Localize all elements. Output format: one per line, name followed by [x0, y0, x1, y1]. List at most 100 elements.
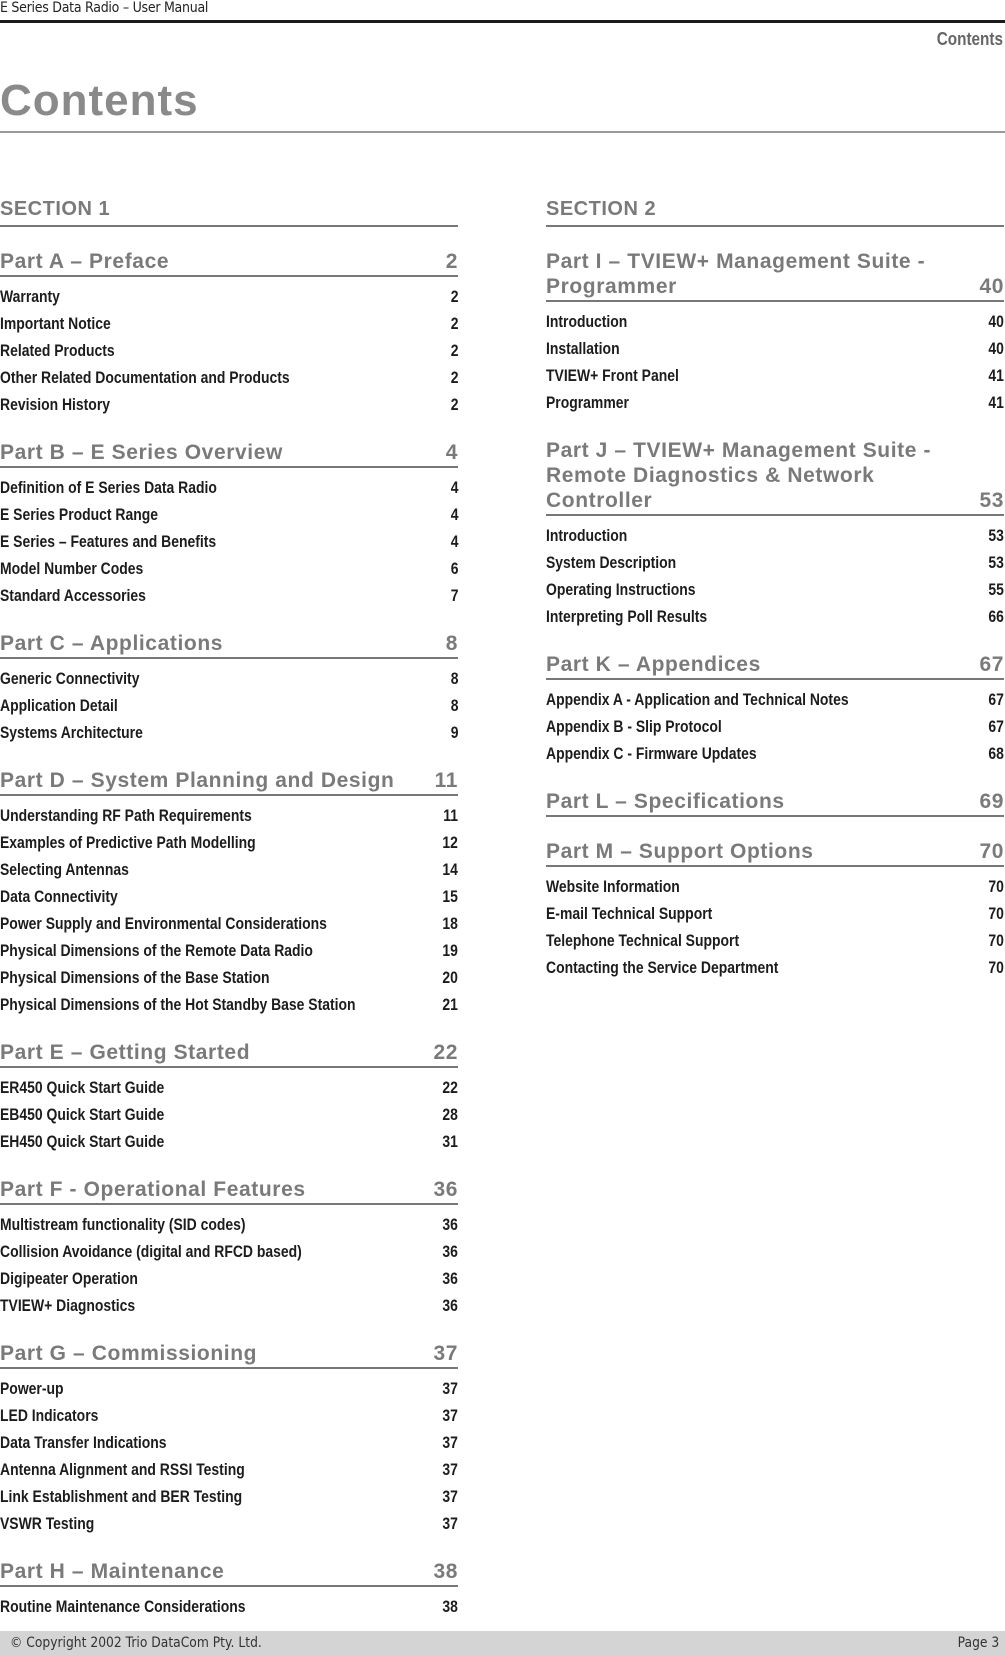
entry-page-number: 37	[442, 1379, 458, 1398]
toc-entry[interactable]: Physical Dimensions of the Base Station 2…	[0, 964, 458, 991]
toc-entry[interactable]: Telephone Technical Support 70	[546, 927, 1004, 954]
toc-entry[interactable]: Digipeater Operation 36	[0, 1265, 458, 1292]
toc-entry[interactable]: Collision Avoidance (digital and RFCD ba…	[0, 1238, 458, 1265]
toc-entry[interactable]: Link Establishment and BER Testing 37	[0, 1483, 458, 1510]
toc-entry[interactable]: Antenna Alignment and RSSI Testing 37	[0, 1456, 458, 1483]
toc-entry[interactable]: Revision History 2	[0, 391, 458, 418]
entry-page-number: 2	[450, 395, 458, 414]
toc-entry[interactable]: Interpreting Poll Results 66	[546, 603, 1004, 630]
part-page-number: 37	[433, 1342, 458, 1365]
part-title: Part E – Getting Started	[0, 1041, 251, 1064]
toc-part: Part L – Specifications 69	[546, 789, 1004, 817]
entry-page-number: 12	[442, 833, 458, 852]
part-title: Part M – Support Options	[546, 840, 814, 863]
part-heading[interactable]: Part G – Commissioning 37	[0, 1341, 458, 1369]
toc-entry[interactable]: VSWR Testing 37	[0, 1510, 458, 1537]
toc-entry[interactable]: Application Detail 8	[0, 692, 458, 719]
part-page-number: 2	[445, 250, 458, 273]
part-entries: Introduction 40 Installation 40 TVIEW+ Front…	[546, 308, 1004, 416]
toc-entry[interactable]: Examples of Predictive Path Modelling 12	[0, 829, 458, 856]
toc-entry[interactable]: Generic Connectivity 8	[0, 665, 458, 692]
toc-entry[interactable]: Physical Dimensions of the Remote Data R…	[0, 937, 458, 964]
toc-entry[interactable]: Standard Accessories 7	[0, 582, 458, 609]
toc-entry[interactable]: Physical Dimensions of the Hot Standby B…	[0, 991, 458, 1018]
section-1-column: SECTION 1 Part A – Preface 2 Warranty 2 Impo…	[0, 196, 458, 1620]
entry-page-number: 4	[450, 478, 458, 497]
entry-label: Operating Instructions	[546, 580, 696, 599]
entry-label: Definition of E Series Data Radio	[0, 478, 217, 497]
entry-page-number: 40	[988, 339, 1004, 358]
toc-entry[interactable]: Operating Instructions 55	[546, 576, 1004, 603]
toc-entry[interactable]: System Description 53	[546, 549, 1004, 576]
toc-entry[interactable]: Multistream functionality (SID codes) 36	[0, 1211, 458, 1238]
part-heading[interactable]: Part D – System Planning and Design 11	[0, 768, 458, 796]
toc-entry[interactable]: Appendix C - Firmware Updates 68	[546, 740, 1004, 767]
toc-entry[interactable]: Model Number Codes 6	[0, 555, 458, 582]
entry-page-number: 41	[988, 366, 1004, 385]
part-heading[interactable]: Part M – Support Options 70	[546, 839, 1004, 867]
part-heading[interactable]: Part K – Appendices 67	[546, 652, 1004, 680]
toc-entry[interactable]: Routine Maintenance Considerations 38	[0, 1593, 458, 1620]
toc-entry[interactable]: Contacting the Service Department 70	[546, 954, 1004, 981]
part-heading[interactable]: Part J – TVIEW+ Management Suite - Remot…	[546, 438, 1004, 516]
part-heading[interactable]: Part E – Getting Started 22	[0, 1040, 458, 1068]
part-heading[interactable]: Part H – Maintenance 38	[0, 1559, 458, 1587]
part-heading[interactable]: Part I – TVIEW+ Management Suite - Progr…	[546, 249, 1004, 302]
toc-entry[interactable]: Data Connectivity 15	[0, 883, 458, 910]
toc-entry[interactable]: TVIEW+ Front Panel 41	[546, 362, 1004, 389]
part-heading[interactable]: Part A – Preface 2	[0, 249, 458, 277]
part-heading[interactable]: Part C – Applications 8	[0, 631, 458, 659]
entry-page-number: 36	[442, 1296, 458, 1315]
part-heading[interactable]: Part L – Specifications 69	[546, 789, 1004, 817]
toc-entry[interactable]: Data Transfer Indications 37	[0, 1429, 458, 1456]
toc-entry[interactable]: Appendix A - Application and Technical N…	[546, 686, 1004, 713]
toc-entry[interactable]: TVIEW+ Diagnostics 36	[0, 1292, 458, 1319]
toc-entry[interactable]: Introduction 53	[546, 522, 1004, 549]
entry-page-number: 38	[442, 1597, 458, 1616]
toc-entry[interactable]: ER450 Quick Start Guide 22	[0, 1074, 458, 1101]
entry-page-number: 2	[450, 368, 458, 387]
toc-entry[interactable]: Appendix B - Slip Protocol 67	[546, 713, 1004, 740]
toc-entry[interactable]: Definition of E Series Data Radio 4	[0, 474, 458, 501]
toc-entry[interactable]: Installation 40	[546, 335, 1004, 362]
toc-entry[interactable]: Related Products 2	[0, 337, 458, 364]
entry-label: Examples of Predictive Path Modelling	[0, 833, 256, 852]
entry-label: Data Transfer Indications	[0, 1433, 167, 1452]
toc-entry[interactable]: Power-up 37	[0, 1375, 458, 1402]
entry-label: Programmer	[546, 393, 629, 412]
toc-entry[interactable]: EH450 Quick Start Guide 31	[0, 1128, 458, 1155]
toc-entry[interactable]: Warranty 2	[0, 283, 458, 310]
toc-entry[interactable]: Other Related Documentation and Products…	[0, 364, 458, 391]
part-heading[interactable]: Part B – E Series Overview 4	[0, 440, 458, 468]
toc-entry[interactable]: E Series – Features and Benefits 4	[0, 528, 458, 555]
part-title: Part D – System Planning and Design	[0, 769, 395, 792]
entry-label: Physical Dimensions of the Base Station	[0, 968, 270, 987]
toc-entry[interactable]: Programmer 41	[546, 389, 1004, 416]
part-page-number: 69	[979, 790, 1004, 813]
toc-entry[interactable]: EB450 Quick Start Guide 28	[0, 1101, 458, 1128]
section-2-column: SECTION 2 Part I – TVIEW+ Management Sui…	[546, 196, 1004, 981]
entry-label: Related Products	[0, 341, 115, 360]
toc-entry[interactable]: Power Supply and Environmental Considera…	[0, 910, 458, 937]
part-title: Part B – E Series Overview	[0, 441, 283, 464]
part-heading[interactable]: Part F - Operational Features 36	[0, 1177, 458, 1205]
toc-entry[interactable]: LED Indicators 37	[0, 1402, 458, 1429]
entry-label: Standard Accessories	[0, 586, 146, 605]
toc-entry[interactable]: Introduction 40	[546, 308, 1004, 335]
toc-entry[interactable]: E Series Product Range 4	[0, 501, 458, 528]
toc-entry[interactable]: Important Notice 2	[0, 310, 458, 337]
entry-label: E Series – Features and Benefits	[0, 532, 217, 551]
part-page-number: 70	[979, 840, 1004, 863]
entry-label: Important Notice	[0, 314, 111, 333]
toc-entry[interactable]: Systems Architecture 9	[0, 719, 458, 746]
entry-label: VSWR Testing	[0, 1514, 95, 1533]
toc-entry[interactable]: Understanding RF Path Requirements 11	[0, 802, 458, 829]
toc-part: Part F - Operational Features 36 Multistre…	[0, 1177, 458, 1319]
entry-page-number: 21	[442, 995, 458, 1014]
toc-entry[interactable]: Website Information 70	[546, 873, 1004, 900]
toc-entry[interactable]: E-mail Technical Support 70	[546, 900, 1004, 927]
entry-label: Telephone Technical Support	[546, 931, 740, 950]
toc-entry[interactable]: Selecting Antennas 14	[0, 856, 458, 883]
entry-page-number: 36	[442, 1242, 458, 1261]
toc-part: Part I – TVIEW+ Management Suite - Progr…	[546, 249, 1004, 416]
